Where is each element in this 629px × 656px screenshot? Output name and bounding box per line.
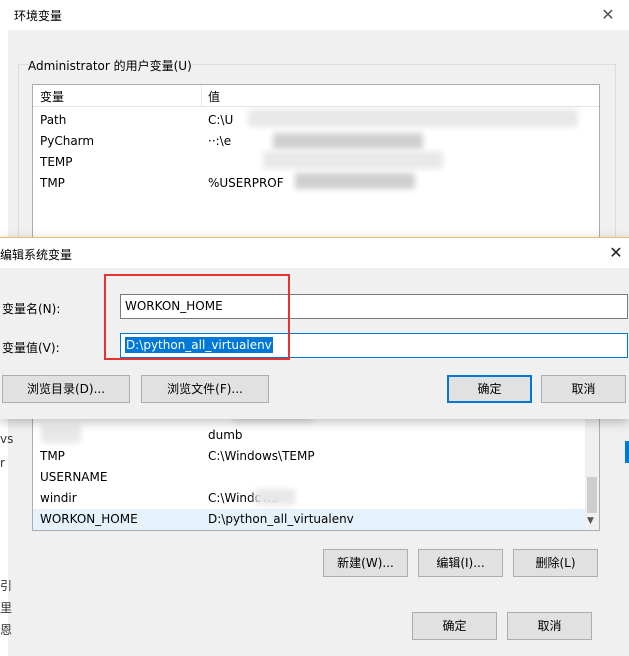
system-variables-list[interactable]: dumb TMP C:\Windows\TEMP USERNAME windir… — [32, 415, 600, 531]
env-ok-button[interactable]: 确定 — [412, 612, 497, 640]
env-dialog-title: 环境变量 — [14, 9, 63, 23]
row-variable: TMP — [40, 449, 65, 463]
row-variable: WORKON_HOME — [40, 512, 138, 526]
row-value: ··:\e — [208, 134, 232, 148]
edge-text: 里 — [0, 601, 13, 615]
redaction-blur — [273, 133, 423, 149]
cancel-button[interactable]: 取消 — [541, 375, 626, 403]
env-cancel-button[interactable]: 取消 — [507, 612, 592, 640]
edit-titlebar: 编辑系统变量 ✕ — [0, 238, 629, 268]
edge-indicator-icon — [625, 441, 629, 463]
vertical-scrollbar[interactable]: ▼ — [585, 415, 599, 530]
column-header-value[interactable]: 值 — [208, 88, 220, 105]
table-row[interactable]: dumb — [33, 425, 599, 446]
row-value: C:\U — [208, 113, 234, 127]
close-icon[interactable]: ✕ — [597, 4, 619, 26]
table-row[interactable]: USERNAME — [33, 467, 599, 488]
redaction-blur — [41, 425, 81, 443]
scrollbar-thumb[interactable] — [587, 477, 597, 513]
edge-text: 引 — [0, 579, 13, 593]
edge-text: r — [0, 456, 5, 470]
row-variable: TEMP — [40, 155, 73, 169]
row-variable: windir — [40, 491, 77, 505]
env-titlebar: 环境变量 ✕ — [8, 0, 629, 30]
row-variable: TMP — [40, 176, 65, 190]
delete-variable-button[interactable]: 删除(L) — [513, 549, 598, 577]
edge-text: 恩 — [0, 623, 13, 637]
row-value: C:\Windows\TEMP — [208, 449, 315, 463]
browse-directory-button[interactable]: 浏览目录(D)... — [2, 375, 130, 403]
table-row[interactable]: windir C:\Windows — [33, 488, 599, 509]
ok-button[interactable]: 确定 — [447, 375, 532, 403]
chevron-down-icon[interactable]: ▼ — [587, 516, 594, 526]
variable-value-label: 变量值(V): — [2, 341, 60, 355]
edit-variable-button[interactable]: 编辑(I)... — [418, 549, 503, 577]
browse-file-button[interactable]: 浏览文件(F)... — [141, 375, 269, 403]
row-value: D:\python_all_virtualenv — [208, 512, 354, 526]
table-row-selected[interactable]: WORKON_HOME D:\python_all_virtualenv — [33, 509, 599, 530]
user-variables-label: Administrator 的用户变量(U) — [28, 57, 192, 74]
edit-dialog-title: 编辑系统变量 — [0, 248, 73, 262]
close-icon[interactable]: ✕ — [605, 242, 627, 264]
column-header-variable[interactable]: 变量 — [40, 88, 64, 105]
table-row[interactable]: TMP C:\Windows\TEMP — [33, 446, 599, 467]
row-variable: Path — [40, 113, 67, 127]
annotation-highlight-box — [104, 274, 290, 360]
row-variable: PyCharm — [40, 134, 95, 148]
redaction-blur — [248, 109, 578, 127]
row-value: dumb — [208, 428, 243, 442]
variable-name-label: 变量名(N): — [2, 302, 61, 316]
redaction-blur — [255, 489, 295, 505]
user-list-header: 变量 值 — [33, 85, 599, 107]
row-value: %USERPROF — [208, 176, 284, 190]
edit-system-variable-dialog: 编辑系统变量 ✕ 变量名(N): WORKON_HOME 变量值(V): D:\… — [0, 237, 629, 419]
row-variable: USERNAME — [40, 470, 108, 484]
redaction-blur — [263, 151, 443, 169]
new-variable-button[interactable]: 新建(W)... — [323, 549, 408, 577]
redaction-blur — [295, 173, 415, 189]
edge-text: vs — [0, 432, 14, 446]
user-variables-list[interactable]: 变量 值 Path C:\U PyCharm ··:\e TEMP TMP %U… — [32, 84, 600, 244]
